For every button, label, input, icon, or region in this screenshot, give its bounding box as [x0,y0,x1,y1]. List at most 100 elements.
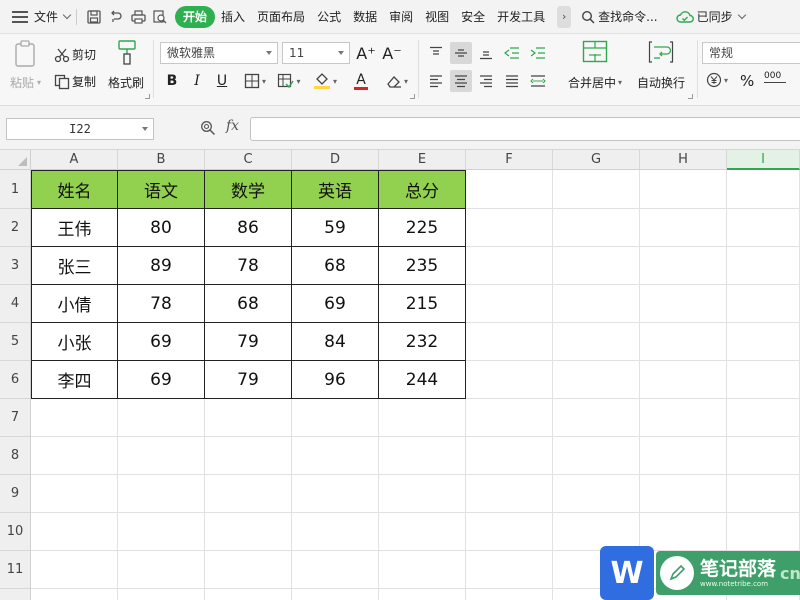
command-search[interactable]: 查找命令... [581,8,658,25]
table-cell[interactable]: 215 [379,285,466,323]
tab-security[interactable]: 安全 [455,6,491,28]
table-header-cell[interactable]: 姓名 [31,170,118,209]
wrap-text-icon-wrap[interactable] [648,40,674,64]
row-header-5[interactable]: 5 [0,323,31,361]
cell-d12[interactable] [292,589,379,600]
cell-b7[interactable] [118,399,205,437]
cell-c8[interactable] [205,437,292,475]
table-cell[interactable]: 张三 [31,247,118,285]
bold-button[interactable]: B [162,71,182,91]
borders-button[interactable]: ▾ [240,71,270,91]
table-cell[interactable]: 78 [205,247,292,285]
cell-g2[interactable] [553,209,640,247]
cell-h6[interactable] [640,361,727,399]
file-menu[interactable]: 文件 [34,8,72,25]
row-header-8[interactable]: 8 [0,437,31,475]
justify-button[interactable] [502,71,522,91]
table-cell[interactable]: 69 [118,361,205,399]
cell-b8[interactable] [118,437,205,475]
table-cell[interactable]: 79 [205,323,292,361]
cell-i3[interactable] [727,247,800,285]
cell-e11[interactable] [379,551,466,589]
cell-i4[interactable] [727,285,800,323]
tab-developer[interactable]: 开发工具 [491,6,551,28]
cell-d9[interactable] [292,475,379,513]
table-cell[interactable]: 69 [118,323,205,361]
cell-c10[interactable] [205,513,292,551]
table-cell[interactable]: 68 [205,285,292,323]
table-cell[interactable]: 232 [379,323,466,361]
row-header-2[interactable]: 2 [0,209,31,247]
print-preview-icon[interactable] [149,6,171,28]
cell-h1[interactable] [640,170,727,209]
table-cell[interactable]: 89 [118,247,205,285]
table-header-cell[interactable]: 语文 [118,170,205,209]
cell-i7[interactable] [727,399,800,437]
cell-e10[interactable] [379,513,466,551]
merge-center-button[interactable]: 合并居中 ▾ [568,74,622,91]
hamburger-menu-icon[interactable] [12,10,28,23]
cell-b9[interactable] [118,475,205,513]
column-header-i[interactable]: I [727,150,800,170]
cell-a10[interactable] [31,513,118,551]
cell-e9[interactable] [379,475,466,513]
tab-formulas[interactable]: 公式 [311,6,347,28]
cut-button[interactable]: 剪切 [54,46,96,63]
table-cell[interactable]: 244 [379,361,466,399]
cell-f10[interactable] [466,513,553,551]
tab-review[interactable]: 审阅 [383,6,419,28]
increase-indent-button[interactable] [528,43,548,63]
align-center-button[interactable] [450,70,472,92]
row-header-6[interactable]: 6 [0,361,31,399]
table-cell[interactable]: 小张 [31,323,118,361]
cell-h3[interactable] [640,247,727,285]
formula-input[interactable] [250,117,800,141]
tab-view[interactable]: 视图 [419,6,455,28]
distributed-align-button[interactable] [528,71,548,91]
column-header-b[interactable]: B [118,150,205,170]
cell-f5[interactable] [466,323,553,361]
cell-c12[interactable] [205,589,292,600]
cell-f7[interactable] [466,399,553,437]
merge-center-icon-wrap[interactable] [582,40,608,64]
cell-a8[interactable] [31,437,118,475]
font-name-select[interactable]: 微软雅黑 [160,42,278,64]
sync-status[interactable]: 已同步 [675,8,746,25]
paste-button[interactable] [14,40,38,68]
table-cell[interactable]: 84 [292,323,379,361]
cell-g5[interactable] [553,323,640,361]
table-cell[interactable]: 69 [292,285,379,323]
column-header-a[interactable]: A [31,150,118,170]
cell-h9[interactable] [640,475,727,513]
align-middle-button[interactable] [450,42,472,64]
align-bottom-button[interactable] [476,43,496,63]
cell-i8[interactable] [727,437,800,475]
save-icon[interactable] [83,6,105,28]
cell-h8[interactable] [640,437,727,475]
undo-icon[interactable] [105,6,127,28]
cell-b10[interactable] [118,513,205,551]
row-header-7[interactable]: 7 [0,399,31,437]
cell-g9[interactable] [553,475,640,513]
cell-h5[interactable] [640,323,727,361]
table-cell[interactable]: 225 [379,209,466,247]
print-icon[interactable] [127,6,149,28]
cell-a7[interactable] [31,399,118,437]
tab-start[interactable]: 开始 [175,5,216,28]
column-header-f[interactable]: F [466,150,553,170]
align-right-button[interactable] [476,71,496,91]
zoom-icon[interactable] [200,120,216,139]
cell-h7[interactable] [640,399,727,437]
cell-g7[interactable] [553,399,640,437]
cell-f1[interactable] [466,170,553,209]
cell-i2[interactable] [727,209,800,247]
table-cell[interactable]: 78 [118,285,205,323]
tab-insert[interactable]: 插入 [215,6,251,28]
increase-font-button[interactable]: A⁺ [356,43,376,63]
decrease-indent-button[interactable] [502,43,522,63]
column-header-g[interactable]: G [553,150,640,170]
cell-f4[interactable] [466,285,553,323]
dialog-launcher-icon[interactable] [145,94,150,99]
thousands-separator-button[interactable]: 000 [764,71,786,83]
tab-data[interactable]: 数据 [347,6,383,28]
